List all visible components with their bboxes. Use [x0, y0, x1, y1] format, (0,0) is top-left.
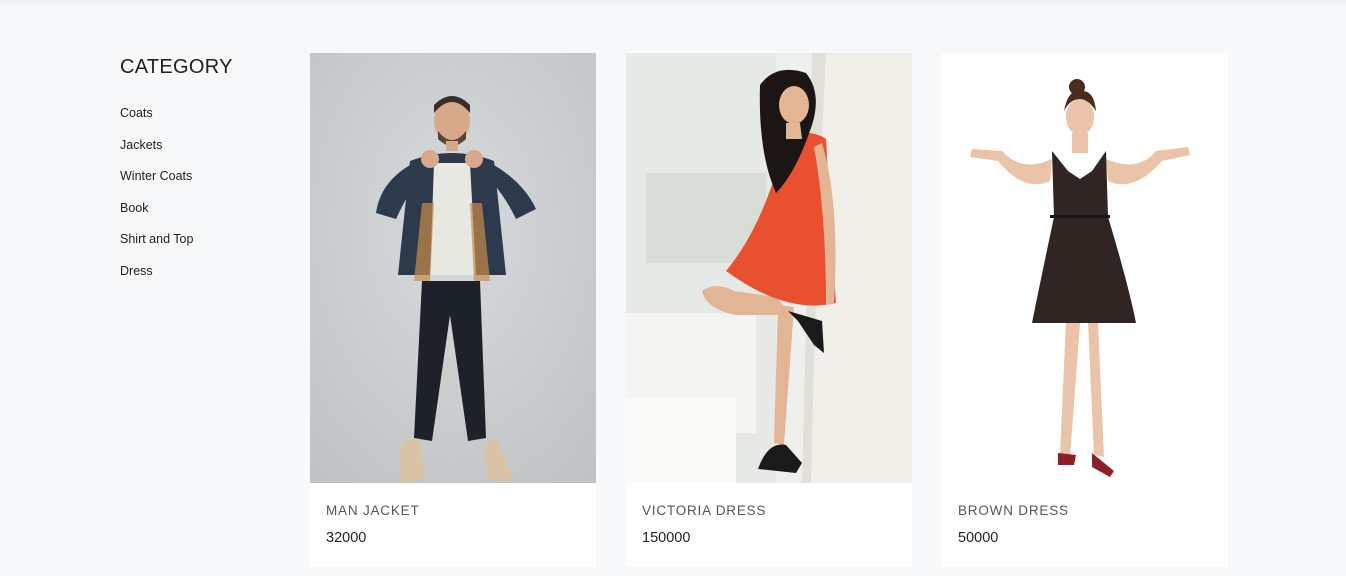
category-item-dress[interactable]: Dress [120, 264, 290, 279]
product-card-victoria-dress[interactable]: VICTORIA DRESS 150000 [626, 53, 912, 567]
header-shadow [0, 0, 1346, 6]
category-sidebar: CATEGORY Coats Jackets Winter Coats Book… [120, 56, 290, 296]
category-item-winter-coats[interactable]: Winter Coats [120, 169, 290, 184]
product-name[interactable]: MAN JACKET [326, 503, 580, 518]
product-image-brown-dress[interactable] [942, 53, 1228, 483]
product-price: 32000 [326, 530, 367, 546]
product-info: VICTORIA DRESS 150000 [626, 483, 912, 546]
category-list: Coats Jackets Winter Coats Book Shirt an… [120, 106, 290, 279]
product-info: MAN JACKET 32000 [310, 483, 596, 546]
product-card-brown-dress[interactable]: BROWN DRESS 50000 [942, 53, 1228, 567]
product-image-victoria-dress[interactable] [626, 53, 912, 483]
product-price: 50000 [958, 530, 999, 546]
category-item-coats[interactable]: Coats [120, 106, 290, 121]
product-info: BROWN DRESS 50000 [942, 483, 1228, 546]
category-item-shirt-and-top[interactable]: Shirt and Top [120, 232, 290, 247]
category-item-book[interactable]: Book [120, 201, 290, 216]
category-heading: CATEGORY [120, 56, 233, 78]
product-card-man-jacket[interactable]: MAN JACKET 32000 [310, 53, 596, 567]
shop-page: CATEGORY Coats Jackets Winter Coats Book… [0, 0, 1346, 576]
product-image-man-jacket[interactable] [310, 53, 596, 483]
product-name[interactable]: VICTORIA DRESS [642, 503, 896, 518]
product-name[interactable]: BROWN DRESS [958, 503, 1212, 518]
product-grid: MAN JACKET 32000 VICTORIA DRESS 150000 B… [310, 53, 1228, 567]
product-price: 150000 [642, 530, 691, 546]
category-item-jackets[interactable]: Jackets [120, 138, 290, 153]
